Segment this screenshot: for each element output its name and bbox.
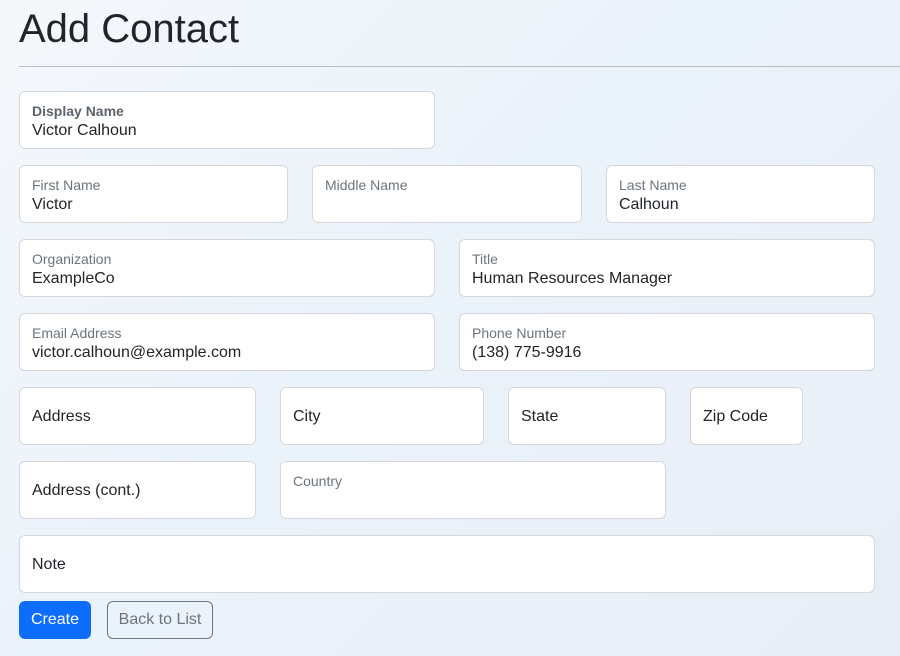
- address-cont-field[interactable]: Address (cont.): [19, 461, 256, 519]
- address-field[interactable]: Address: [19, 387, 256, 445]
- display-name-label: Display Name: [32, 103, 124, 119]
- title-label: Title: [472, 251, 498, 267]
- phone-label: Phone Number: [472, 325, 567, 341]
- note-placeholder: Note: [32, 556, 66, 573]
- middle-name-field[interactable]: Middle Name: [312, 165, 582, 223]
- state-placeholder: State: [521, 408, 559, 425]
- middle-name-label: Middle Name: [325, 177, 408, 193]
- address-cont-placeholder: Address (cont.): [32, 482, 141, 499]
- phone-value: (138) 775-9916: [472, 344, 582, 361]
- last-name-field[interactable]: Last Name Calhoun: [606, 165, 875, 223]
- country-field[interactable]: Country: [280, 461, 666, 519]
- email-field[interactable]: Email Address victor.calhoun@example.com: [19, 313, 435, 371]
- zip-code-placeholder: Zip Code: [703, 408, 768, 425]
- back-to-list-button[interactable]: Back to List: [107, 601, 213, 639]
- email-label: Email Address: [32, 325, 122, 341]
- city-placeholder: City: [293, 408, 321, 425]
- title-field[interactable]: Title Human Resources Manager: [459, 239, 875, 297]
- organization-label: Organization: [32, 251, 112, 267]
- last-name-label: Last Name: [619, 177, 687, 193]
- zip-code-field[interactable]: Zip Code: [690, 387, 803, 445]
- organization-field[interactable]: Organization ExampleCo: [19, 239, 435, 297]
- city-field[interactable]: City: [280, 387, 484, 445]
- display-name-value: Victor Calhoun: [32, 122, 137, 139]
- title-value: Human Resources Manager: [472, 270, 673, 287]
- first-name-field[interactable]: First Name Victor: [19, 165, 288, 223]
- country-label: Country: [293, 473, 343, 489]
- state-field[interactable]: State: [508, 387, 666, 445]
- first-name-value: Victor: [32, 196, 73, 213]
- title-divider: [19, 66, 900, 67]
- last-name-value: Calhoun: [619, 196, 679, 213]
- phone-field[interactable]: Phone Number (138) 775-9916: [459, 313, 875, 371]
- note-field[interactable]: Note: [19, 535, 875, 593]
- create-button[interactable]: Create: [19, 601, 91, 639]
- organization-value: ExampleCo: [32, 270, 115, 287]
- address-placeholder: Address: [32, 408, 91, 425]
- page-title: Add Contact: [19, 7, 240, 51]
- display-name-field[interactable]: Display Name Victor Calhoun: [19, 91, 435, 149]
- first-name-label: First Name: [32, 177, 101, 193]
- email-value: victor.calhoun@example.com: [32, 344, 242, 361]
